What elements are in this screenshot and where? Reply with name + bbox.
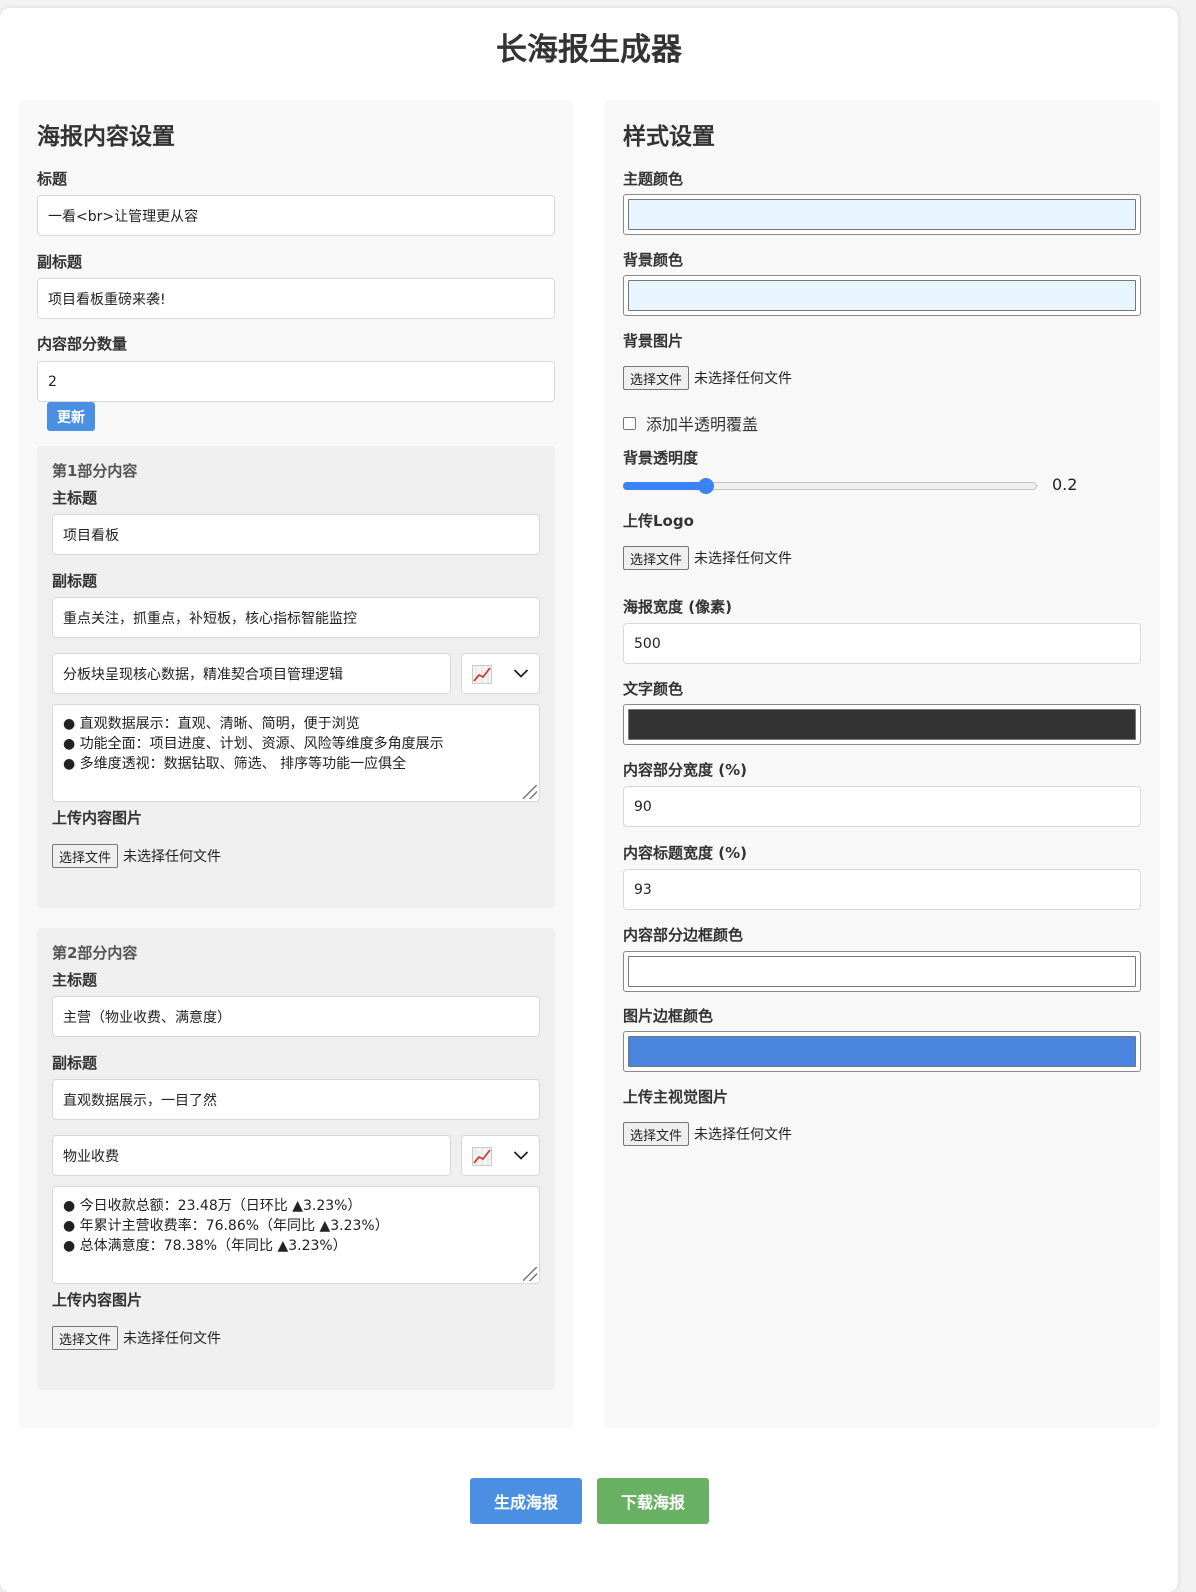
chevron-down-icon [513,1151,529,1160]
content-image-file: 选择文件 未选择任何文件 [52,1326,221,1350]
item-title-input[interactable] [52,1135,451,1176]
choose-file-button[interactable]: 选择文件 [623,366,690,390]
theme-color-fill [628,199,1136,230]
section-heading: 第2部分内容 [52,944,138,962]
update-button[interactable]: 更新 [47,402,95,431]
text-color-picker[interactable] [623,704,1141,745]
main-visual-label: 上传主视觉图片 [623,1088,729,1106]
bg-color-label: 背景颜色 [623,251,684,269]
section-count-label: 内容部分数量 [37,335,128,353]
file-status: 未选择任何文件 [694,371,793,387]
main-visual-file: 选择文件 未选择任何文件 [623,1122,792,1146]
text-color-fill [628,709,1136,740]
section-subtitle-label: 副标题 [52,1054,98,1072]
main-title-input[interactable] [52,514,540,555]
icon-select[interactable] [461,1135,540,1176]
overlay-option[interactable]: 添加半透明覆盖 [623,411,758,435]
opacity-slider-fill [623,482,705,490]
image-border-fill [628,1036,1136,1067]
bullet-line: ● 多维度透视：数据钻取、筛选、 排序等功能一应俱全 [63,756,407,772]
choose-file-button[interactable]: 选择文件 [52,1326,119,1350]
bullet-line: ● 总体满意度：78.38%（年同比 ▲3.23%） [63,1238,347,1254]
content-settings-panel: 海报内容设置 标题 副标题 内容部分数量 更新 第1部分内容 主标题 副标题 ●… [18,101,574,1428]
image-border-label: 图片边框颜色 [623,1007,714,1025]
page-title: 长海报生成器 [496,32,682,68]
opacity-slider-thumb[interactable] [698,478,714,494]
section-width-label: 内容部分宽度 (%) [623,761,747,779]
poster-width-input[interactable] [623,623,1141,664]
opacity-value: 0.2 [1052,475,1078,494]
content-image-file: 选择文件 未选择任何文件 [52,844,221,868]
subtitle-input[interactable] [37,278,555,319]
bg-color-picker[interactable] [623,275,1141,316]
bg-image-file: 选择文件 未选择任何文件 [623,366,792,390]
content-section-2: 第2部分内容 主标题 副标题 ● 今日收款总额：23.48万（日环比 ▲3.23… [37,928,555,1390]
style-settings-heading: 样式设置 [623,124,715,150]
style-settings-panel: 样式设置 主题颜色 背景颜色 背景图片 选择文件 未选择任何文件 添加半透明覆盖… [604,101,1160,1428]
download-poster-button[interactable]: 下载海报 [597,1478,709,1524]
opacity-label: 背景透明度 [623,449,699,467]
bg-image-label: 背景图片 [623,332,684,350]
title-input[interactable] [37,195,555,236]
bullet-line: ● 直观数据展示：直观、清晰、简明，便于浏览 [63,716,360,732]
border-color-label: 内容部分边框颜色 [623,926,744,944]
icon-select[interactable] [461,653,540,694]
bullet-line: ● 年累计主营收费率：76.86%（年同比 ▲3.23%） [63,1218,389,1234]
resize-grip-icon[interactable] [523,1267,537,1281]
bullet-textarea[interactable]: ● 直观数据展示：直观、清晰、简明，便于浏览 ● 功能全面：项目进度、计划、资源… [52,704,540,802]
content-section-1: 第1部分内容 主标题 副标题 ● 直观数据展示：直观、清晰、简明，便于浏览 ● … [37,446,555,908]
choose-file-button[interactable]: 选择文件 [52,844,119,868]
logo-file: 选择文件 未选择任何文件 [623,546,792,570]
chart-increasing-icon [472,665,492,684]
item-title-input[interactable] [52,653,451,694]
generate-poster-button[interactable]: 生成海报 [470,1478,582,1524]
bullet-textarea[interactable]: ● 今日收款总额：23.48万（日环比 ▲3.23%） ● 年累计主营收费率：7… [52,1186,540,1284]
logo-label: 上传Logo [623,512,694,530]
file-status: 未选择任何文件 [694,551,793,567]
opacity-slider[interactable] [623,478,1037,494]
content-settings-heading: 海报内容设置 [37,124,175,150]
section-width-input[interactable] [623,786,1141,827]
section-subtitle-input[interactable] [52,1079,540,1120]
theme-color-picker[interactable] [623,194,1141,235]
theme-color-label: 主题颜色 [623,170,684,188]
section-heading: 第1部分内容 [52,462,138,480]
bg-color-fill [628,280,1136,311]
chart-increasing-icon [472,1147,492,1166]
border-color-fill [628,956,1136,987]
choose-file-button[interactable]: 选择文件 [623,546,690,570]
text-color-label: 文字颜色 [623,680,684,698]
resize-grip-icon[interactable] [523,785,537,799]
overlay-checkbox[interactable] [623,416,636,430]
image-border-picker[interactable] [623,1031,1141,1072]
section-subtitle-input[interactable] [52,597,540,638]
poster-width-label: 海报宽度 (像素) [623,598,732,616]
title-width-input[interactable] [623,869,1141,910]
section-subtitle-label: 副标题 [52,572,98,590]
bullet-line: ● 功能全面：项目进度、计划、资源、风险等维度多角度展示 [63,736,444,752]
border-color-picker[interactable] [623,951,1141,992]
chevron-down-icon [513,669,529,678]
content-image-label: 上传内容图片 [52,1291,143,1309]
main-title-label: 主标题 [52,489,98,507]
file-status: 未选择任何文件 [123,849,222,865]
content-image-label: 上传内容图片 [52,809,143,827]
title-label: 标题 [37,170,68,188]
bullet-line: ● 今日收款总额：23.48万（日环比 ▲3.23%） [63,1198,362,1214]
overlay-label: 添加半透明覆盖 [646,415,759,434]
choose-file-button[interactable]: 选择文件 [623,1122,690,1146]
file-status: 未选择任何文件 [694,1127,793,1143]
main-title-label: 主标题 [52,971,98,989]
file-status: 未选择任何文件 [123,1331,222,1347]
title-width-label: 内容标题宽度 (%) [623,844,747,862]
subtitle-label: 副标题 [37,253,83,271]
main-title-input[interactable] [52,996,540,1037]
section-count-input[interactable] [37,361,555,402]
